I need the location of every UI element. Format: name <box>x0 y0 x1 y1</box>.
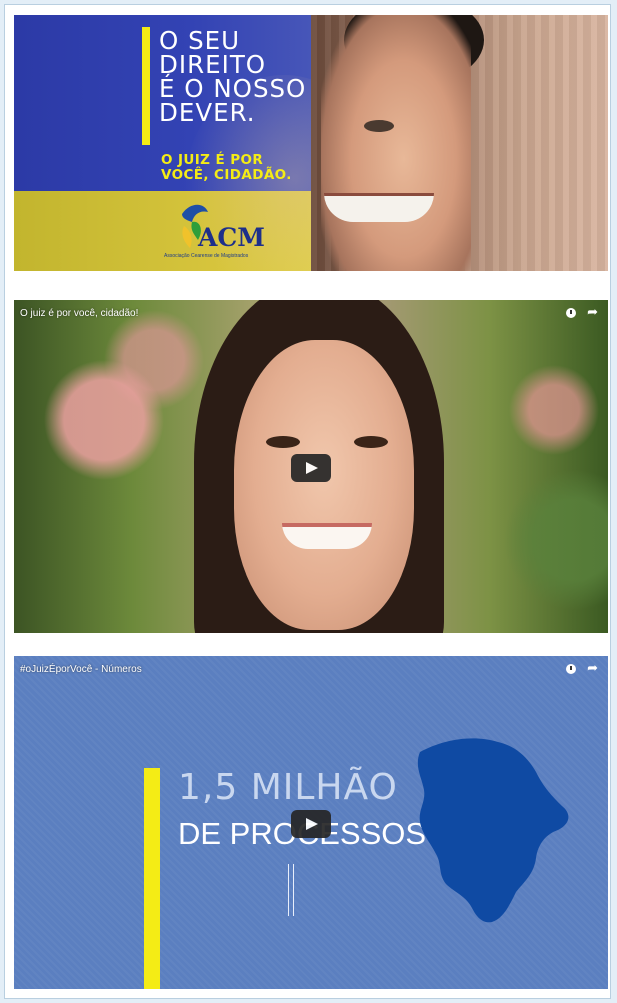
share-icon[interactable]: ➦ <box>587 306 598 319</box>
video-player-1[interactable]: O juiz é por você, cidadão! ➦ <box>14 300 608 633</box>
text-cursor-lines <box>288 864 294 916</box>
share-icon[interactable]: ➦ <box>587 662 598 675</box>
ceara-map-icon <box>417 738 569 923</box>
stat-yellow-bar <box>144 768 160 989</box>
clock-icon[interactable] <box>566 664 576 674</box>
play-icon[interactable] <box>291 810 331 838</box>
girl-smile <box>282 523 372 549</box>
banner-slogan: O JUIZ É POR VOCÊ, CIDADÃO. <box>161 153 292 183</box>
play-icon[interactable] <box>291 454 331 482</box>
banner-headline: O SEU DIREITO É O NOSSO DEVER. <box>159 28 329 127</box>
video-title[interactable]: O juiz é por você, cidadão! <box>20 308 138 319</box>
campaign-banner[interactable]: O SEU DIREITO É O NOSSO DEVER. O JUIZ É … <box>14 15 608 271</box>
girl-face <box>234 340 414 630</box>
banner-yellow-bar <box>142 27 150 145</box>
slogan-line: O JUIZ É POR <box>161 152 264 168</box>
man-smile <box>324 193 434 222</box>
acm-logo-subtitle: Associação Cearense de Magistrados <box>164 253 249 259</box>
girl-eye <box>354 436 388 448</box>
headline-line: DEVER. <box>159 98 256 127</box>
stat-number: 1,5 MILHÃO <box>178 767 398 808</box>
man-face <box>321 15 471 271</box>
video-player-2[interactable]: #oJuizÉporVocê - Números ➦ 1,5 MILHÃO DE… <box>14 656 608 989</box>
video-title[interactable]: #oJuizÉporVocê - Números <box>20 664 142 675</box>
girl-eye <box>266 436 300 448</box>
slogan-line: VOCÊ, CIDADÃO. <box>161 167 292 183</box>
clock-icon[interactable] <box>566 308 576 318</box>
man-eye <box>364 120 394 132</box>
acm-logo-text: ACM <box>198 223 265 252</box>
